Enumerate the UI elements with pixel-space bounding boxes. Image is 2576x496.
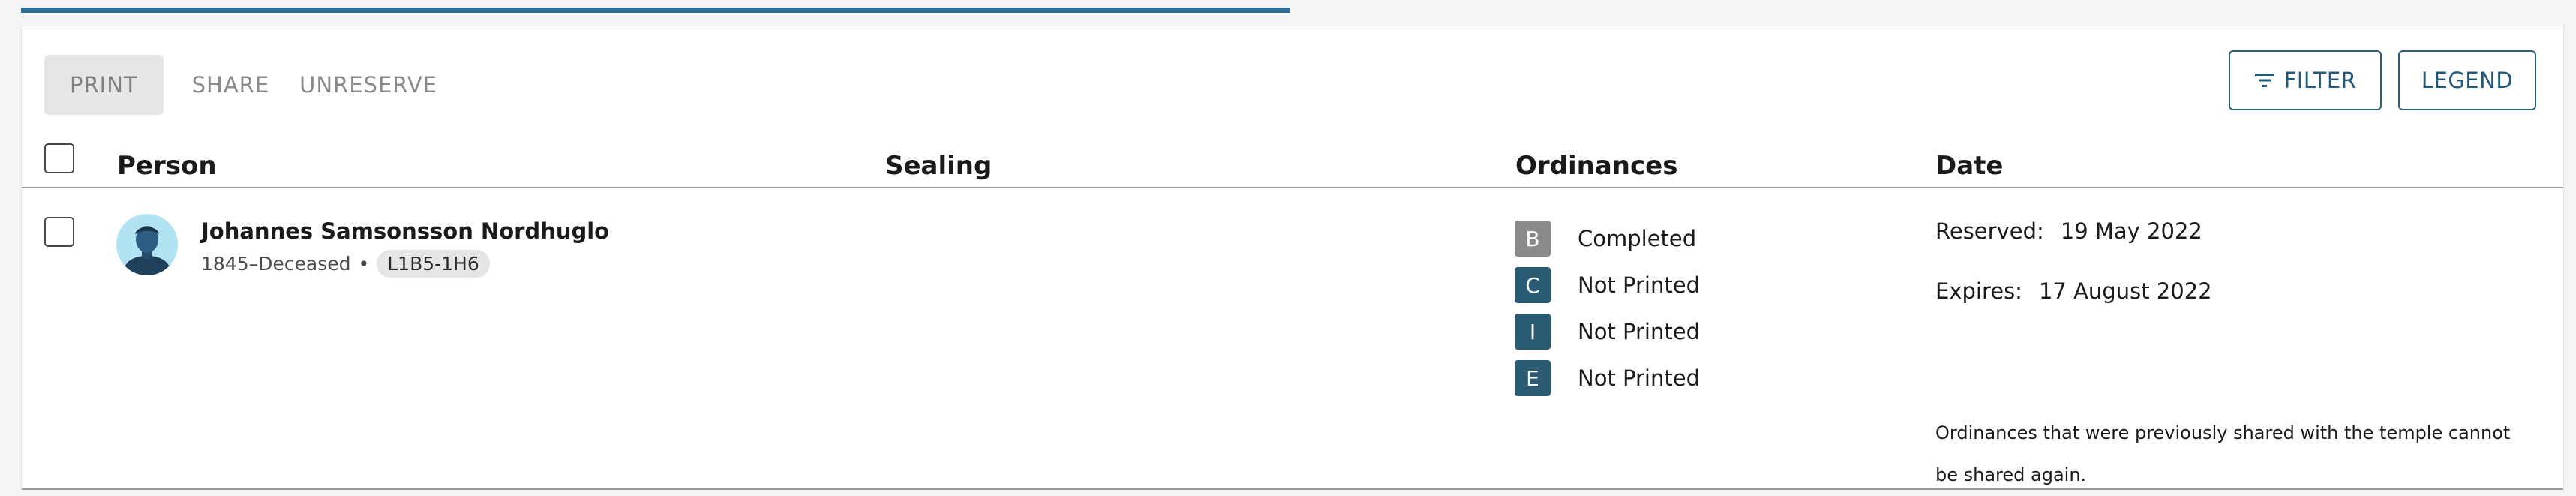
ordinance-item: E Not Printed — [1515, 355, 1700, 401]
ordinance-code-badge[interactable]: C — [1515, 267, 1551, 303]
ordinance-status: Not Printed — [1578, 272, 1700, 298]
table-header: Person Sealing Ordinances Date — [22, 139, 2563, 188]
ordinance-item: C Not Printed — [1515, 262, 1700, 308]
filter-lines-icon — [2254, 74, 2274, 87]
person-details: 1845–Deceased • L1B5-1H6 — [201, 250, 490, 278]
expires-date: 17 August 2022 — [2038, 278, 2212, 304]
column-header-date[interactable]: Date — [1935, 151, 2003, 181]
meta-separator: • — [358, 253, 370, 275]
expires-date-line: Expires: 17 August 2022 — [1935, 278, 2212, 338]
action-toolbar: PRINT SHARE UNRESERVE — [44, 55, 437, 115]
reserved-date: 19 May 2022 — [2060, 218, 2202, 244]
ordinance-item: B Completed — [1515, 215, 1700, 262]
reserved-label: Reserved: — [1935, 218, 2044, 244]
print-button[interactable]: PRINT — [44, 55, 164, 115]
table-row: Johannes Samsonsson Nordhuglo 1845–Decea… — [22, 190, 2563, 490]
date-info: Reserved: 19 May 2022 Expires: 17 August… — [1935, 218, 2212, 338]
legend-button[interactable]: LEGEND — [2398, 50, 2536, 110]
column-header-person[interactable]: Person — [117, 151, 217, 181]
ordinance-status: Not Printed — [1578, 319, 1700, 344]
person-id-badge[interactable]: L1B5-1H6 — [377, 250, 490, 278]
ordinance-list: B Completed C Not Printed I Not Printed E Not P… — [1515, 215, 1700, 401]
reserved-date-line: Reserved: 19 May 2022 — [1935, 218, 2212, 278]
unreserve-button[interactable]: UNRESERVE — [269, 55, 437, 115]
person-name-link[interactable]: Johannes Samsonsson Nordhuglo — [201, 218, 609, 244]
sharing-note: Ordinances that were previously shared w… — [1935, 422, 2511, 485]
ordinance-item: I Not Printed — [1515, 308, 1700, 355]
ordinance-status: Not Printed — [1578, 365, 1700, 391]
view-toolbar: FILTER LEGEND — [2229, 50, 2536, 110]
avatar[interactable] — [116, 214, 178, 275]
loading-progress-bar — [21, 8, 1290, 13]
filter-button-label: FILTER — [2283, 68, 2357, 93]
reservation-list-card: PRINT SHARE UNRESERVE FILTER LEGEND Pers… — [21, 26, 2564, 490]
ordinance-code-badge[interactable]: E — [1515, 360, 1551, 396]
ordinance-code-badge[interactable]: I — [1515, 314, 1551, 350]
select-all-checkbox[interactable] — [44, 143, 74, 173]
expires-label: Expires: — [1935, 278, 2022, 304]
column-header-ordinances[interactable]: Ordinances — [1515, 151, 1677, 181]
person-silhouette-icon — [116, 214, 178, 275]
share-button[interactable]: SHARE — [164, 55, 270, 115]
person-lifespan: 1845–Deceased — [201, 253, 351, 275]
filter-button[interactable]: FILTER — [2229, 50, 2382, 110]
ordinance-code-badge[interactable]: B — [1515, 221, 1551, 257]
column-header-sealing[interactable]: Sealing — [885, 151, 992, 181]
row-select-checkbox[interactable] — [44, 217, 74, 247]
ordinance-status: Completed — [1578, 226, 1697, 251]
